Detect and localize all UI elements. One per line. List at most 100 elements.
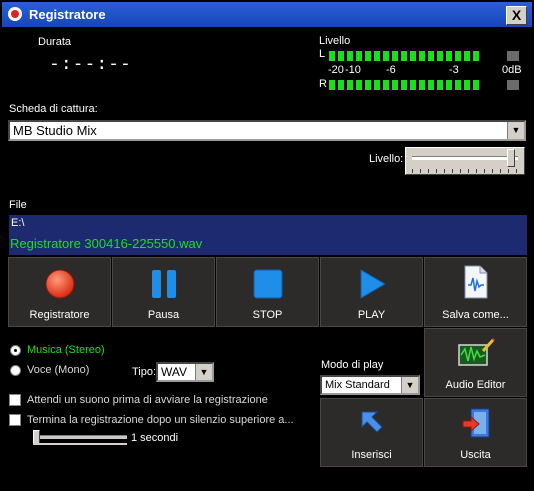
right-peak-indicator — [507, 80, 519, 90]
level-bar-segment — [383, 80, 389, 90]
level-bar-segment — [473, 80, 479, 90]
insert-arrow-icon — [361, 411, 383, 433]
level-bar-segment — [410, 80, 416, 90]
chevron-down-icon[interactable]: ▼ — [195, 364, 212, 380]
level-bar-segment — [329, 80, 335, 90]
pause-button[interactable]: Pausa — [112, 257, 215, 327]
level-bar-segment — [347, 51, 353, 61]
level-bar-segment — [392, 51, 398, 61]
exit-door-icon — [462, 408, 489, 438]
level-bar-segment — [392, 80, 398, 90]
chevron-down-icon[interactable]: ▼ — [507, 122, 524, 139]
insert-button[interactable]: Inserisci — [320, 398, 423, 467]
level-bar-segment — [437, 51, 443, 61]
right-channel-label: R — [319, 78, 327, 90]
audio-editor-label: Audio Editor — [445, 379, 506, 391]
play-button[interactable]: PLAY — [320, 257, 423, 327]
slider-thumb[interactable] — [33, 430, 40, 444]
stop-button[interactable]: STOP — [216, 257, 319, 327]
slider-track — [412, 156, 518, 160]
wait-sound-checkbox[interactable] — [9, 394, 21, 406]
capture-label: Scheda di cattura: — [9, 103, 98, 115]
level-bar-segment — [401, 80, 407, 90]
slider-ticks — [412, 169, 518, 173]
stop-icon — [253, 269, 282, 299]
wait-sound-label[interactable]: Attendi un suono prima di avviare la reg… — [27, 394, 268, 406]
save-as-button-label: Salva come... — [442, 309, 509, 321]
audio-file-icon — [464, 265, 487, 299]
file-path: E:\ — [11, 217, 25, 229]
level-bar-segment — [365, 51, 371, 61]
stop-silence-label[interactable]: Termina la registrazione dopo un silenzi… — [27, 414, 294, 426]
level-bar-segment — [356, 51, 362, 61]
file-type-select[interactable]: WAV ▼ — [156, 362, 214, 382]
level-bar-segment — [383, 51, 389, 61]
slider-ticks — [33, 443, 127, 445]
level-bar-segment — [374, 80, 380, 90]
left-level-meter — [329, 51, 479, 61]
level-bar-segment — [464, 51, 470, 61]
music-stereo-label[interactable]: Musica (Stereo) — [27, 344, 105, 356]
capture-device-select[interactable]: MB Studio Mix ▼ — [8, 120, 526, 141]
left-channel-label: L — [319, 48, 326, 60]
pause-icon — [151, 270, 176, 298]
exit-button[interactable]: Uscita — [424, 398, 527, 467]
duration-display: -:--:-- — [49, 53, 132, 74]
level-label: Livello — [319, 35, 351, 47]
title-bar[interactable]: Registratore X — [2, 2, 532, 27]
play-icon — [360, 269, 385, 299]
duration-label: Durata — [38, 36, 72, 48]
scale-mark: -20 — [328, 64, 344, 76]
file-name: Registratore 300416-225550.wav — [10, 236, 203, 251]
level-bar-segment — [419, 80, 425, 90]
right-level-meter — [329, 80, 479, 90]
voice-mono-radio[interactable] — [10, 365, 21, 376]
play-mode-value: Mix Standard — [325, 379, 390, 391]
music-stereo-radio[interactable] — [10, 345, 21, 356]
audio-editor-icon — [457, 337, 495, 366]
chevron-down-icon[interactable]: ▼ — [401, 377, 418, 393]
slider-track — [33, 435, 127, 439]
level-bar-segment — [446, 80, 452, 90]
level-bar-segment — [401, 51, 407, 61]
silence-duration-slider[interactable] — [29, 430, 129, 446]
level-bar-segment — [374, 51, 380, 61]
capture-device-value: MB Studio Mix — [13, 123, 97, 138]
level-bar-segment — [365, 80, 371, 90]
stop-button-label: STOP — [252, 309, 283, 321]
level-bar-segment — [410, 51, 416, 61]
file-type-value: WAV — [161, 365, 187, 379]
exit-button-label: Uscita — [460, 449, 491, 461]
play-mode-label: Modo di play — [321, 359, 384, 371]
level-bar-segment — [437, 80, 443, 90]
level-bar-segment — [356, 80, 362, 90]
file-info-box: E:\ Registratore 300416-225550.wav — [9, 215, 527, 255]
level-bar-segment — [428, 51, 434, 61]
input-level-slider[interactable] — [405, 147, 525, 175]
slider-thumb[interactable] — [507, 149, 516, 167]
level-bar-segment — [455, 51, 461, 61]
voice-mono-label[interactable]: Voce (Mono) — [27, 364, 89, 376]
record-button[interactable]: Registratore — [8, 257, 111, 327]
level-bar-segment — [428, 80, 434, 90]
level-bar-segment — [473, 51, 479, 61]
level-bar-segment — [455, 80, 461, 90]
insert-button-label: Inserisci — [351, 449, 392, 461]
audio-editor-button[interactable]: Audio Editor — [424, 328, 527, 397]
close-button[interactable]: X — [506, 6, 527, 25]
file-label: File — [9, 199, 27, 211]
scale-mark: -10 — [345, 64, 361, 76]
scale-mark: -6 — [386, 64, 396, 76]
record-button-label: Registratore — [29, 309, 90, 321]
scale-mark: 0dB — [502, 64, 522, 76]
play-mode-select[interactable]: Mix Standard ▼ — [320, 375, 420, 395]
left-peak-indicator — [507, 51, 519, 61]
level-bar-segment — [338, 80, 344, 90]
stop-silence-checkbox[interactable] — [9, 414, 21, 426]
record-icon — [45, 269, 74, 299]
silence-seconds-label: 1 secondi — [131, 432, 179, 444]
play-button-label: PLAY — [357, 309, 386, 321]
save-as-button[interactable]: Salva come... — [424, 257, 527, 327]
window-title: Registratore — [29, 7, 106, 22]
level-bar-segment — [329, 51, 335, 61]
